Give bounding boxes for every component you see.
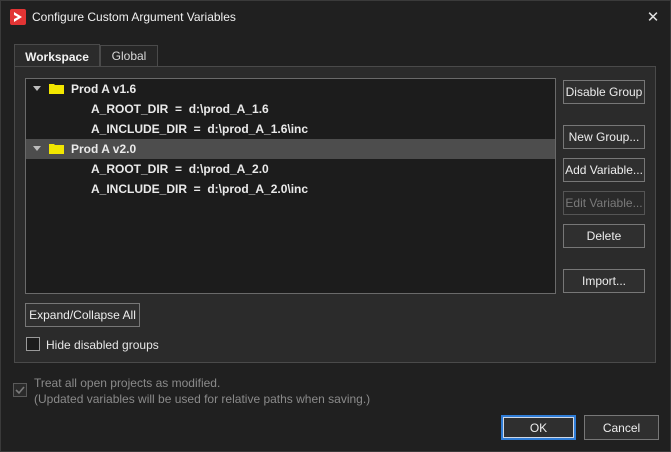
- add-variable-button[interactable]: Add Variable...: [563, 158, 645, 182]
- tree-variable-row[interactable]: A_ROOT_DIR = d:\prod_A_2.0: [26, 159, 555, 179]
- tree-variable-row[interactable]: A_INCLUDE_DIR = d:\prod_A_1.6\inc: [26, 119, 555, 139]
- tab-global[interactable]: Global: [100, 45, 158, 66]
- folder-icon: [49, 84, 64, 94]
- expand-arrow-icon[interactable]: [33, 146, 41, 151]
- variables-tree[interactable]: Prod A v1.6 A_ROOT_DIR = d:\prod_A_1.6 A…: [25, 78, 556, 294]
- tab-workspace[interactable]: Workspace: [14, 44, 100, 68]
- treat-modified-checkbox[interactable]: [13, 383, 27, 397]
- variable-label: A_ROOT_DIR = d:\prod_A_2.0: [91, 162, 269, 176]
- workspace-panel: Prod A v1.6 A_ROOT_DIR = d:\prod_A_1.6 A…: [14, 66, 656, 363]
- hide-disabled-label: Hide disabled groups: [46, 338, 159, 352]
- ok-button[interactable]: OK: [501, 415, 576, 440]
- configure-dialog: Configure Custom Argument Variables ✕ Wo…: [0, 0, 671, 452]
- hide-disabled-checkbox[interactable]: [26, 337, 40, 351]
- import-button[interactable]: Import...: [563, 269, 645, 293]
- tree-group-row-selected[interactable]: Prod A v2.0: [26, 139, 555, 159]
- group-label: Prod A v1.6: [71, 82, 137, 96]
- window-title: Configure Custom Argument Variables: [32, 10, 236, 24]
- variable-label: A_ROOT_DIR = d:\prod_A_1.6: [91, 102, 269, 116]
- disable-group-button[interactable]: Disable Group: [563, 80, 645, 104]
- group-label: Prod A v2.0: [71, 142, 137, 156]
- title-bar: Configure Custom Argument Variables ✕: [1, 1, 670, 33]
- delete-button[interactable]: Delete: [563, 224, 645, 248]
- expand-collapse-all-button[interactable]: Expand/Collapse All: [25, 303, 140, 327]
- variable-label: A_INCLUDE_DIR = d:\prod_A_2.0\inc: [91, 182, 309, 196]
- cancel-button[interactable]: Cancel: [584, 415, 659, 440]
- tree-variable-row[interactable]: A_INCLUDE_DIR = d:\prod_A_2.0\inc: [26, 179, 555, 199]
- checkmark-icon: [15, 386, 25, 395]
- edit-variable-button[interactable]: Edit Variable...: [563, 191, 645, 215]
- treat-modified-note: (Updated variables will be used for rela…: [34, 392, 371, 406]
- expand-arrow-icon[interactable]: [33, 86, 41, 91]
- close-icon[interactable]: ✕: [641, 5, 665, 29]
- app-logo-icon: [10, 9, 26, 25]
- variable-label: A_INCLUDE_DIR = d:\prod_A_1.6\inc: [91, 122, 309, 136]
- tree-variable-row[interactable]: A_ROOT_DIR = d:\prod_A_1.6: [26, 99, 555, 119]
- tree-group-row[interactable]: Prod A v1.6: [26, 79, 555, 99]
- new-group-button[interactable]: New Group...: [563, 125, 645, 149]
- treat-modified-label: Treat all open projects as modified.: [34, 376, 221, 390]
- folder-icon: [49, 144, 64, 154]
